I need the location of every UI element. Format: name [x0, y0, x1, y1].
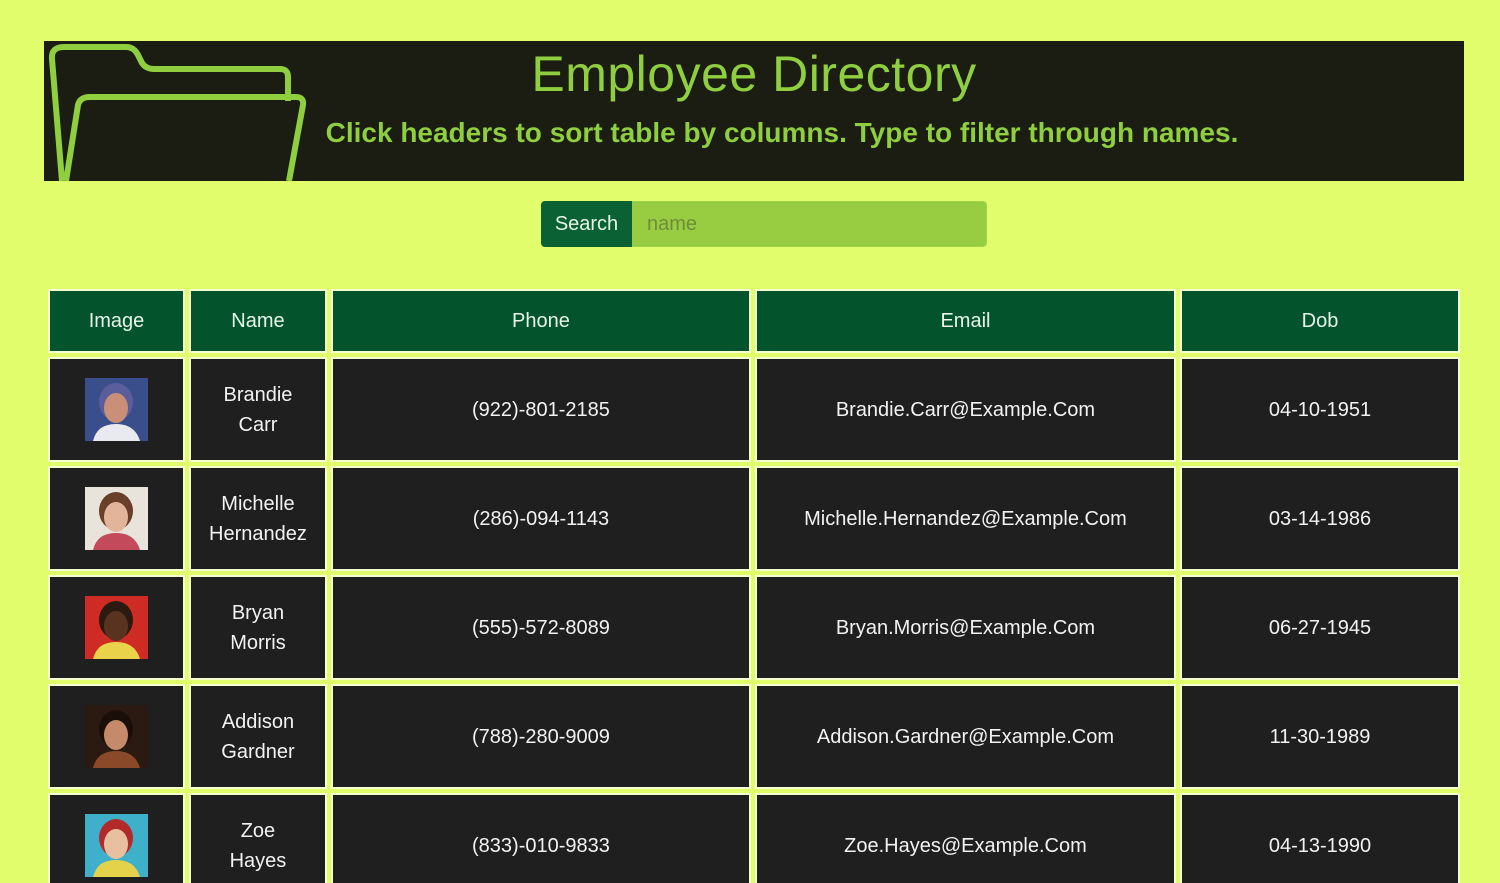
first-name: Brandie: [223, 383, 293, 406]
table-row: Addison Gardner (788)-280-9009 Addison.Gard…: [48, 684, 1460, 789]
column-header-dob[interactable]: Dob: [1179, 289, 1460, 353]
phone-cell: (286)-094-1143: [330, 466, 751, 571]
email-cell: Brandie.Carr@Example.Com: [754, 357, 1176, 462]
image-cell: [48, 684, 185, 789]
first-name: Zoe: [240, 819, 276, 842]
header-banner: Employee Directory Click headers to sort…: [44, 41, 1464, 181]
phone-cell: (922)-801-2185: [330, 357, 751, 462]
last-name: Gardner: [221, 740, 295, 763]
phone-cell: (555)-572-8089: [330, 575, 751, 680]
search-bar: Search: [541, 201, 987, 247]
last-name: Carr: [238, 413, 278, 436]
name-cell: Addison Gardner: [188, 684, 327, 789]
name-cell: Michelle Hernandez: [188, 466, 327, 571]
avatar: [84, 487, 148, 550]
table-row: Michelle Hernandez (286)-094-1143 Michelle.…: [48, 466, 1460, 571]
search-button[interactable]: Search: [541, 201, 632, 247]
last-name: Hernandez: [209, 522, 307, 545]
first-name: Addison: [221, 710, 295, 733]
employee-table: Image Name Phone Email Dob Brandie Carr (9…: [44, 285, 1464, 883]
image-cell: [48, 466, 185, 571]
column-header-name[interactable]: Name: [188, 289, 327, 353]
email-cell: Addison.Gardner@Example.Com: [754, 684, 1176, 789]
employee-table-container: Image Name Phone Email Dob Brandie Carr (9…: [44, 285, 1464, 883]
page-subtitle: Click headers to sort table by columns. …: [325, 117, 1239, 148]
image-cell: [48, 793, 185, 883]
email-cell: Bryan.Morris@Example.Com: [754, 575, 1176, 680]
last-name: Hayes: [229, 849, 287, 872]
last-name: Morris: [230, 631, 286, 654]
dob-cell: 03-14-1986: [1179, 466, 1460, 571]
name-cell: Bryan Morris: [188, 575, 327, 680]
page: Employee Directory Click headers to sort…: [0, 0, 1500, 883]
avatar: [84, 596, 148, 659]
first-name: Bryan: [231, 601, 285, 624]
phone-cell: (788)-280-9009: [330, 684, 751, 789]
dob-cell: 11-30-1989: [1179, 684, 1460, 789]
email-cell: Zoe.Hayes@Example.Com: [754, 793, 1176, 883]
column-header-image[interactable]: Image: [48, 289, 185, 353]
page-title: Employee Directory: [531, 46, 977, 102]
avatar: [84, 814, 148, 877]
dob-cell: 04-13-1990: [1179, 793, 1460, 883]
image-cell: [48, 357, 185, 462]
email-cell: Michelle.Hernandez@Example.Com: [754, 466, 1176, 571]
table-row: Bryan Morris (555)-572-8089 Bryan.Morris@Ex…: [48, 575, 1460, 680]
name-cell: Brandie Carr: [188, 357, 327, 462]
image-cell: [48, 575, 185, 680]
phone-cell: (833)-010-9833: [330, 793, 751, 883]
avatar: [84, 705, 148, 768]
search-input[interactable]: [632, 201, 987, 247]
dob-cell: 04-10-1951: [1179, 357, 1460, 462]
first-name: Michelle: [221, 492, 295, 515]
avatar: [84, 378, 148, 441]
table-header-row: Image Name Phone Email Dob: [48, 289, 1460, 353]
table-row: Brandie Carr (922)-801-2185 Brandie.Carr@Ex…: [48, 357, 1460, 462]
column-header-email[interactable]: Email: [754, 289, 1176, 353]
table-row: Zoe Hayes (833)-010-9833 Zoe.Hayes@Example.…: [48, 793, 1460, 883]
column-header-phone[interactable]: Phone: [330, 289, 751, 353]
name-cell: Zoe Hayes: [188, 793, 327, 883]
dob-cell: 06-27-1945: [1179, 575, 1460, 680]
table-body: Brandie Carr (922)-801-2185 Brandie.Carr@Ex…: [48, 357, 1460, 883]
